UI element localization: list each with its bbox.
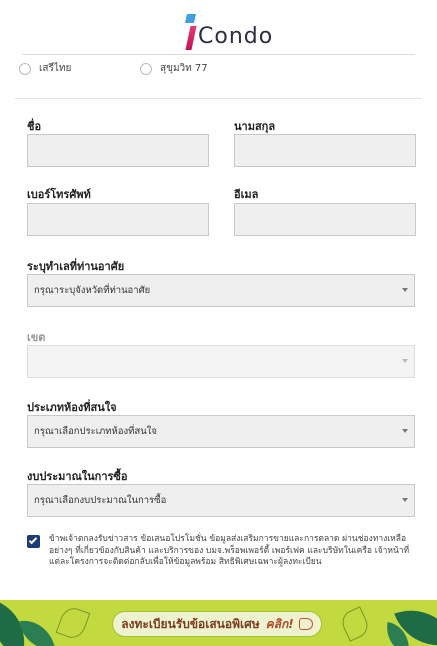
- province-select[interactable]: กรุณาระบุจังหวัดที่ท่านอาศัย: [27, 274, 415, 307]
- consent-row: ข้าพเจ้าตกลงรับข่าวสาร ข้อเสนอโปรโมชั่น …: [27, 534, 417, 569]
- project-radio-sukhumvit77[interactable]: สุขุมวิท 77: [140, 61, 208, 76]
- register-banner[interactable]: ลงทะเบียนรับข้อเสนอพิเศษ คลิก!: [0, 600, 437, 646]
- chevron-down-icon: [402, 288, 408, 292]
- first-name-field[interactable]: [27, 134, 209, 167]
- province-label: ระบุทำเลที่ท่านอาศัย: [27, 260, 125, 273]
- logo-stem: [185, 26, 197, 50]
- email-field[interactable]: [234, 203, 416, 236]
- first-name-label: ชื่อ: [27, 120, 42, 133]
- consent-text: ข้าพเจ้าตกลงรับข่าวสาร ข้อเสนอโปรโมชั่น …: [49, 534, 410, 567]
- district-select[interactable]: [27, 345, 415, 378]
- last-name-label: นามสกุล: [234, 120, 276, 133]
- consent-checkbox[interactable]: [27, 535, 40, 548]
- header-divider: [22, 54, 415, 55]
- budget-select-value: กรุณาเลือกงบประมาณในการซื้อ: [34, 495, 167, 506]
- room-type-select[interactable]: กรุณาเลือกประเภทห้องที่สนใจ: [27, 415, 415, 448]
- last-name-field[interactable]: [234, 134, 416, 167]
- register-button-label: ลงทะเบียนรับข้อเสนอพิเศษ: [121, 616, 260, 631]
- register-button[interactable]: ลงทะเบียนรับข้อเสนอพิเศษ คลิก!: [112, 611, 322, 637]
- phone-field[interactable]: [27, 203, 209, 236]
- district-label: เขต: [27, 331, 46, 344]
- room-type-label: ประเภทห้องที่สนใจ: [27, 401, 117, 414]
- email-label: อีเมล: [234, 188, 259, 201]
- radio-circle-icon[interactable]: [19, 62, 31, 75]
- room-type-select-value: กรุณาเลือกประเภทห้องที่สนใจ: [34, 426, 157, 437]
- project-label: เสรีไทย: [39, 63, 72, 74]
- checkmark-icon: [28, 535, 38, 545]
- phone-label: เบอร์โทรศัพท์: [27, 188, 91, 201]
- radio-circle-icon[interactable]: [140, 62, 152, 75]
- chevron-down-icon: [402, 429, 408, 433]
- leaf-outline-icon: [55, 604, 91, 642]
- project-radio-serithai[interactable]: เสรีไทย: [19, 61, 71, 76]
- click-label: คลิก!: [265, 616, 294, 631]
- project-label: สุขุมวิท 77: [160, 63, 208, 74]
- logo-text: Condo: [198, 24, 274, 49]
- chevron-down-icon: [402, 498, 408, 502]
- budget-select[interactable]: กรุณาเลือกงบประมาณในการซื้อ: [27, 484, 415, 517]
- pointing-hand-icon: [298, 618, 313, 630]
- section-divider: [15, 98, 422, 99]
- leaf-outline-icon: [338, 606, 372, 642]
- icondo-logo: Condo: [185, 10, 274, 50]
- logo-mark: [185, 14, 197, 50]
- logo-dot: [185, 14, 196, 23]
- budget-label: งบประมาณในการซื้อ: [27, 470, 128, 483]
- province-select-value: กรุณาระบุจังหวัดที่ท่านอาศัย: [34, 285, 151, 296]
- chevron-down-icon: [402, 359, 408, 363]
